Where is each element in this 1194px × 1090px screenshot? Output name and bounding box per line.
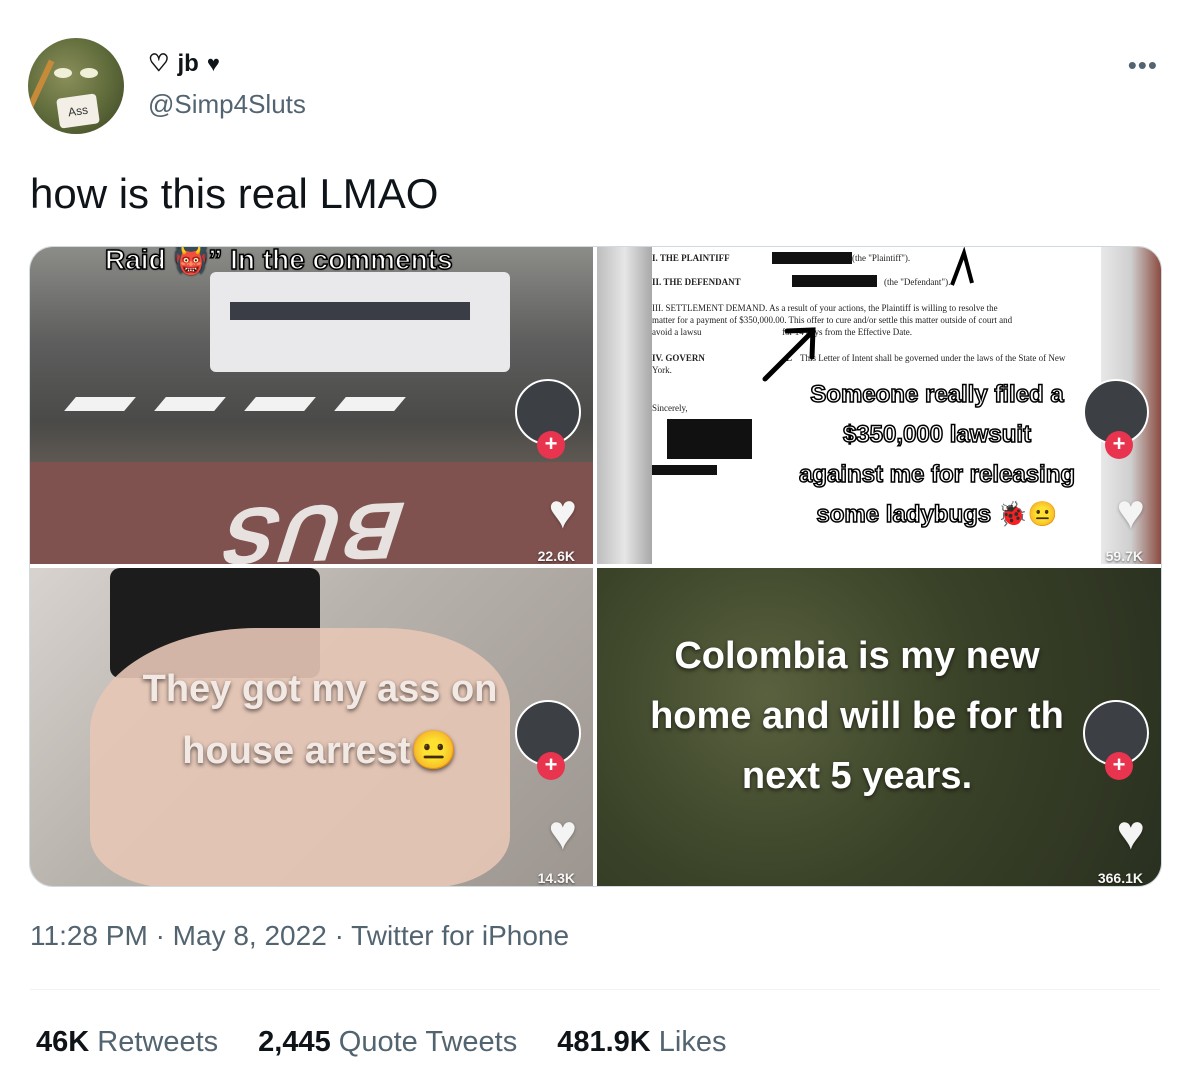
media-item-4[interactable]: Colombia is my new home and will be for … [597, 568, 1161, 886]
likes-stat[interactable]: 481.9K Likes [557, 1026, 726, 1059]
avatar-apron-text: Ass [56, 93, 100, 129]
redaction-bar [792, 275, 877, 287]
caption-line: next 5 years. [741, 755, 973, 797]
road-text: BUS [205, 485, 416, 564]
like-count: 14.3K [537, 870, 575, 886]
caption-line: against me for releasing [798, 460, 1076, 489]
video-caption: Colombia is my new home and will be for … [597, 626, 1117, 806]
avatar-eye [54, 68, 72, 78]
author-handle[interactable]: @Simp4Sluts [148, 89, 306, 120]
caption-line: some ladybugs 🐞😐 [816, 500, 1059, 529]
tweet-text: how is this real LMAO [30, 170, 439, 217]
avatar-stick [28, 59, 55, 117]
media-item-1[interactable]: BUS Raid 👹” In the comments + ♥ 22.6K [30, 247, 593, 564]
quote-tweets-stat[interactable]: 2,445 Quote Tweets [258, 1026, 517, 1059]
retweets-stat[interactable]: 46K Retweets [36, 1026, 218, 1059]
tweet-date[interactable]: May 8, 2022 [173, 920, 327, 951]
retweets-count: 46K [36, 1026, 90, 1058]
bus-shape [210, 272, 510, 372]
caption-line: home and will be for th [650, 695, 1064, 737]
likes-label: Likes [658, 1026, 727, 1058]
separator-dot: · [155, 920, 173, 951]
media-item-3[interactable]: They got my ass on house arrest😐 + ♥ 14.… [30, 568, 593, 886]
caption-line: Colombia is my new [674, 635, 1040, 677]
quotes-label: Quote Tweets [338, 1026, 518, 1058]
author-display-name[interactable]: ♡ jb ♥ [148, 50, 220, 78]
crosswalk-stripe [244, 397, 316, 411]
doc-line: matter for a payment of $350,000.00. Thi… [652, 315, 1013, 325]
heart-icon[interactable]: ♥ [549, 489, 578, 537]
retweets-label: Retweets [97, 1026, 219, 1058]
like-count: 366.1K [1097, 870, 1143, 886]
video-caption: Someone really filed a $350,000 lawsuit … [737, 375, 1137, 535]
heart-icon[interactable]: ♥ [1117, 810, 1146, 858]
tweet-time[interactable]: 11:28 PM [30, 920, 148, 951]
caption-line: $350,000 lawsuit [842, 420, 1032, 449]
redaction-bar [772, 252, 852, 264]
like-count: 22.6K [537, 548, 575, 564]
doc-line: avoid a lawsu [652, 327, 702, 337]
caption-line: They got my ass on [142, 668, 498, 710]
doc-line: II. THE DEFENDANT [652, 277, 741, 287]
heart-icon[interactable]: ♥ [549, 810, 578, 858]
doc-line: I. THE PLAINTIFF [652, 253, 730, 263]
marble-background [597, 247, 652, 564]
plus-icon[interactable]: + [537, 431, 565, 459]
divider [30, 989, 1160, 990]
tweet-source[interactable]: Twitter for iPhone [351, 920, 569, 951]
likes-count: 481.9K [557, 1026, 651, 1058]
author-avatar[interactable]: Ass [28, 38, 124, 134]
crosswalk-stripe [154, 397, 226, 411]
crosswalk-stripe [334, 397, 406, 411]
tweet-stats: 46K Retweets 2,445 Quote Tweets 481.9K L… [36, 1026, 726, 1059]
avatar-eye [80, 68, 98, 78]
tweet-metadata: 11:28 PM · May 8, 2022 · Twitter for iPh… [30, 920, 569, 952]
quotes-count: 2,445 [258, 1026, 331, 1058]
doc-line: III. SETTLEMENT DEMAND. As a result of y… [652, 303, 998, 313]
caption-line: Someone really filed a [810, 380, 1065, 409]
heart-icon[interactable]: ♥ [1117, 489, 1146, 537]
doc-line: IV. GOVERN [652, 353, 705, 363]
video-caption: Raid 👹” In the comments [104, 247, 453, 276]
more-icon[interactable]: ••• [1128, 50, 1158, 81]
redaction-bar [652, 465, 717, 475]
plus-icon[interactable]: + [1105, 752, 1133, 780]
media-item-2[interactable]: I. THE PLAINTIFF (the "Plaintiff"). II. … [597, 247, 1161, 564]
video-caption: They got my ass on house arrest😐 [70, 658, 570, 782]
caption-line: house arrest😐 [182, 730, 458, 772]
heart-outline-icon: ♡ [148, 50, 170, 77]
pen-mark [950, 247, 974, 286]
media-grid[interactable]: BUS Raid 👹” In the comments + ♥ 22.6K I.… [29, 246, 1162, 887]
doc-line: (the "Plaintiff"). [852, 253, 911, 263]
doc-line: This Letter of Intent shall be governed … [800, 353, 1066, 363]
display-name-text: jb [177, 50, 199, 77]
plus-icon[interactable]: + [1105, 431, 1133, 459]
like-count: 59.7K [1105, 548, 1143, 564]
separator-dot: · [334, 920, 352, 951]
heart-solid-icon: ♥ [206, 51, 220, 76]
doc-line: (the "Defendant"). [884, 277, 951, 287]
doc-line: Sincerely, [652, 403, 688, 413]
doc-line: York. [652, 365, 672, 375]
plus-icon[interactable]: + [537, 752, 565, 780]
crosswalk-stripe [64, 397, 136, 411]
